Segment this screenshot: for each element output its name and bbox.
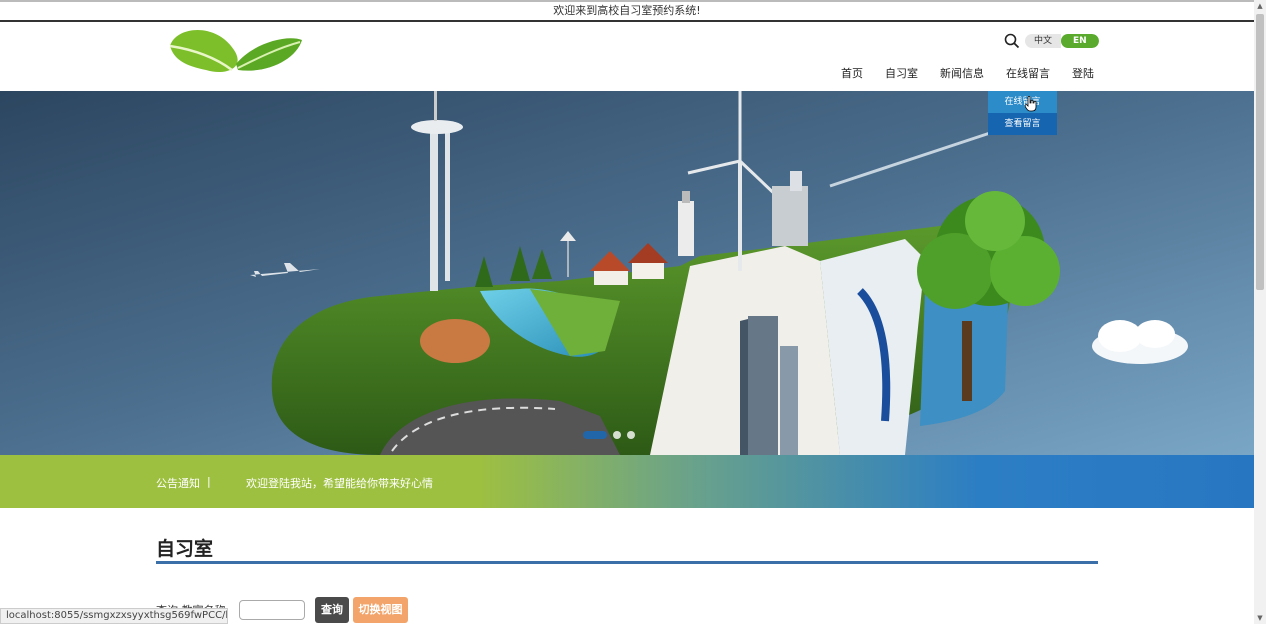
- banner-dot-1[interactable]: [583, 431, 607, 439]
- scroll-up-arrow-icon[interactable]: ▲: [1254, 0, 1266, 12]
- status-url: localhost:8055/ssmgxzxsyyxthsg569fwPCC/l…: [0, 608, 228, 624]
- section-divider: [156, 561, 1098, 564]
- top-welcome-bar: 欢迎来到高校自习室预约系统!: [0, 0, 1254, 22]
- dropdown-item-view-messages[interactable]: 查看留言: [988, 113, 1057, 135]
- scroll-down-arrow-icon[interactable]: ▼: [1254, 612, 1266, 624]
- nav-news[interactable]: 新闻信息: [933, 66, 991, 82]
- banner-image: [0, 91, 1254, 455]
- page-scrollbar[interactable]: ▲ ▼: [1254, 0, 1266, 624]
- banner-dot-2[interactable]: [613, 431, 621, 439]
- nav-message[interactable]: 在线留言: [999, 66, 1057, 82]
- language-switch: 中文 EN: [1025, 34, 1099, 48]
- hero-banner[interactable]: [0, 91, 1254, 455]
- nav-login[interactable]: 登陆: [1065, 66, 1101, 82]
- banner-dot-3[interactable]: [627, 431, 635, 439]
- welcome-text: 欢迎来到高校自习室预约系统!: [553, 4, 701, 17]
- switch-view-button[interactable]: 切换视图: [353, 597, 408, 623]
- notice-bar: 公告通知 | 欢迎登陆我站，希望能给你带来好心情: [0, 455, 1254, 508]
- section-title: 自习室: [156, 538, 214, 560]
- lang-zh-button[interactable]: 中文: [1025, 34, 1062, 48]
- query-button[interactable]: 查询: [315, 597, 349, 623]
- notice-message[interactable]: 欢迎登陆我站，希望能给你带来好心情: [246, 475, 433, 491]
- room-name-input[interactable]: [239, 600, 305, 620]
- lang-en-button[interactable]: EN: [1061, 34, 1099, 48]
- search-icon[interactable]: [1004, 33, 1020, 49]
- nav-home[interactable]: 首页: [834, 66, 870, 82]
- message-dropdown: 在线留言 查看留言: [988, 91, 1057, 135]
- leaf-logo[interactable]: [166, 24, 306, 74]
- site-header: 中文 EN 首页 自习室 新闻信息 在线留言 登陆: [0, 22, 1254, 91]
- hand-cursor-icon: [1025, 96, 1037, 112]
- nav-study-room[interactable]: 自习室: [878, 66, 925, 82]
- page: 欢迎来到高校自习室预约系统! 中文 EN 首页 自习室 新闻信息 在线留言 登陆…: [0, 0, 1266, 624]
- banner-pagination: [583, 431, 635, 439]
- scroll-thumb[interactable]: [1256, 14, 1264, 290]
- dropdown-item-online-message[interactable]: 在线留言: [988, 91, 1057, 113]
- notice-label[interactable]: 公告通知: [156, 475, 200, 491]
- notice-separator: |: [207, 475, 211, 488]
- main-nav: 首页 自习室 新闻信息 在线留言 登陆: [834, 66, 1109, 82]
